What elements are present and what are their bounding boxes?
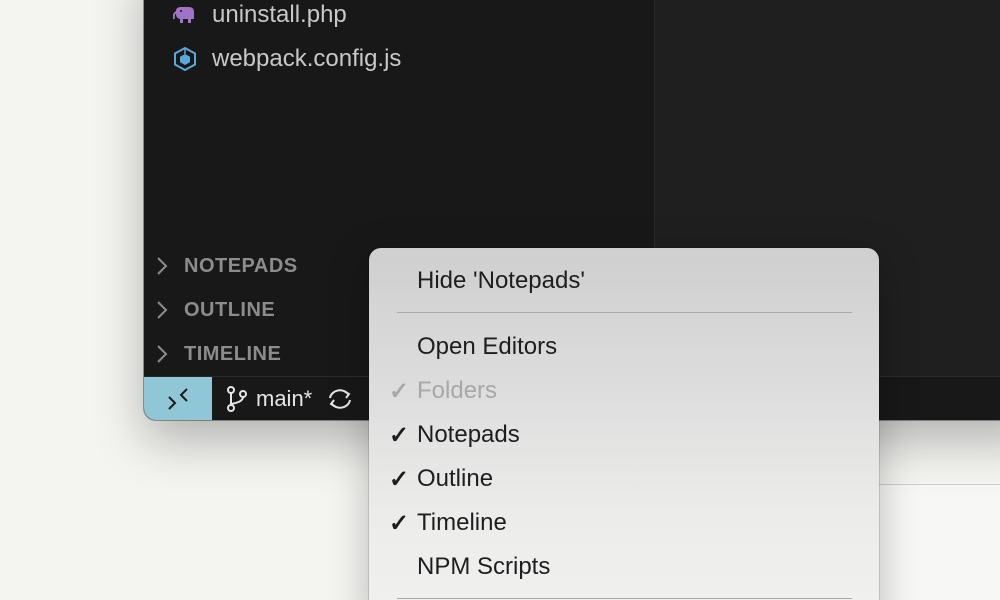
section-label: NOTEPADS	[184, 254, 298, 277]
php-elephant-icon	[172, 2, 198, 28]
menu-item-label: Open Editors	[417, 333, 558, 360]
remote-icon	[168, 388, 188, 410]
chevron-right-icon	[156, 300, 172, 320]
menu-item-folders: ✓ Folders	[369, 371, 879, 411]
checkmark-icon: ✓	[388, 509, 410, 537]
remote-indicator-button[interactable]	[144, 377, 212, 420]
section-label: OUTLINE	[184, 298, 276, 321]
menu-item-open-editors[interactable]: Open Editors	[369, 327, 879, 367]
background-window	[878, 484, 1000, 600]
view-context-menu: Hide 'Notepads' Open Editors ✓ Folders ✓…	[369, 248, 879, 600]
menu-item-label: Hide 'Notepads'	[417, 267, 585, 294]
menu-separator	[397, 312, 852, 313]
menu-item-label: Timeline	[417, 509, 507, 536]
section-outline[interactable]: OUTLINE	[156, 295, 275, 325]
menu-separator	[397, 598, 852, 599]
file-name: webpack.config.js	[212, 45, 402, 72]
git-branch-icon	[227, 386, 247, 412]
chevron-right-icon	[156, 256, 172, 276]
webpack-cube-icon	[172, 46, 198, 72]
branch-name: main*	[256, 386, 313, 411]
menu-item-hide-notepads[interactable]: Hide 'Notepads'	[369, 261, 879, 301]
file-name: uninstall.php	[212, 1, 347, 28]
file-item-uninstall-php[interactable]: uninstall.php	[172, 0, 347, 30]
menu-item-npm-scripts[interactable]: NPM Scripts	[369, 547, 879, 587]
checkmark-icon: ✓	[388, 421, 410, 449]
menu-item-timeline[interactable]: ✓ Timeline	[369, 503, 879, 543]
menu-item-notepads[interactable]: ✓ Notepads	[369, 415, 879, 455]
checkmark-icon: ✓	[388, 465, 410, 493]
sync-icon	[329, 389, 352, 409]
menu-item-label: Folders	[417, 377, 498, 404]
menu-item-label: Notepads	[417, 421, 520, 448]
sync-button[interactable]	[326, 386, 354, 412]
desktop: uninstall.php webpack.config.js NOTEPADS	[0, 0, 1000, 600]
file-item-webpack-config[interactable]: webpack.config.js	[172, 44, 401, 74]
menu-item-outline[interactable]: ✓ Outline	[369, 459, 879, 499]
menu-item-label: Outline	[417, 465, 494, 492]
branch-indicator[interactable]: main*	[226, 386, 312, 412]
section-notepads[interactable]: NOTEPADS	[156, 251, 298, 281]
menu-item-label: NPM Scripts	[417, 553, 551, 580]
section-label: TIMELINE	[184, 342, 282, 365]
checkmark-icon: ✓	[388, 377, 410, 405]
section-timeline[interactable]: TIMELINE	[156, 339, 281, 369]
chevron-right-icon	[156, 344, 172, 364]
